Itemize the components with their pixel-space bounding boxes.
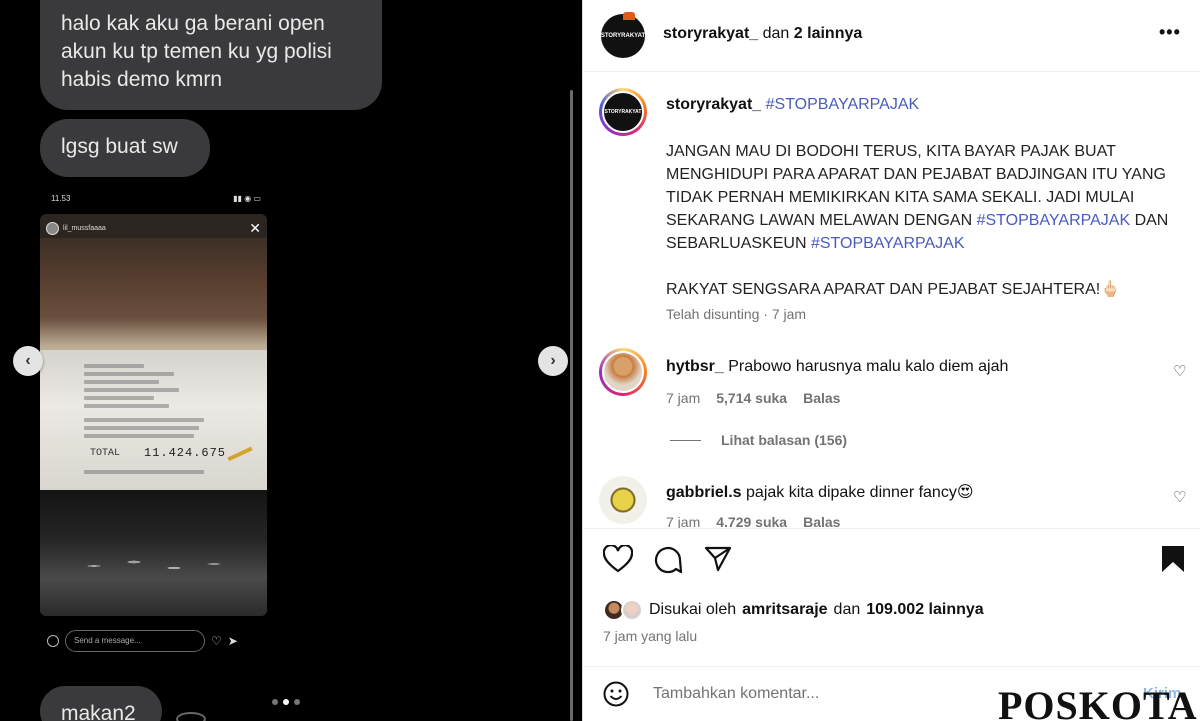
emoji-icon[interactable] bbox=[603, 681, 629, 707]
hashtag-link[interactable]: #STOPBAYARPAJAK bbox=[766, 96, 920, 113]
scrollbar[interactable] bbox=[570, 90, 573, 721]
group-photo bbox=[40, 490, 267, 616]
heart-icon[interactable]: ♡ bbox=[1173, 362, 1186, 380]
story-screenshot: 11.53 ▮▮ ◉ ▭ lil_mussfaaaa ✕ TOTAL 11.42… bbox=[39, 188, 268, 663]
story-message-input: Send a message... bbox=[65, 630, 205, 652]
comment-likes[interactable]: 5,714 suka bbox=[716, 390, 787, 406]
receipt-photo: TOTAL 11.424.675 ▬▬ bbox=[40, 350, 267, 490]
heart-icon: ♡ bbox=[211, 634, 222, 648]
send-icon: ➤ bbox=[227, 634, 238, 648]
likes-prefix: Disukai oleh bbox=[649, 601, 737, 618]
comment-text: gabbriel.s pajak kita dipake dinner fanc… bbox=[666, 482, 974, 502]
author-joiner: dan bbox=[762, 25, 790, 42]
caption-username[interactable]: storyrakyat_ bbox=[666, 96, 761, 113]
comment-time: 7 jam bbox=[666, 390, 701, 406]
hashtag-link[interactable]: #STOPBAYARPAJAK bbox=[811, 235, 965, 252]
reaction-icon bbox=[176, 712, 206, 721]
comment-icon[interactable] bbox=[653, 545, 683, 575]
post-header: STORYRAKYAT storyrakyat_ dan 2 lainnya •… bbox=[583, 0, 1200, 72]
like-heart-icon[interactable] bbox=[603, 545, 633, 573]
story-frame: lil_mussfaaaa ✕ TOTAL 11.424.675 ▬▬ bbox=[40, 214, 267, 616]
comment-username[interactable]: gabbriel.s bbox=[666, 484, 742, 501]
hashtag-link[interactable]: #STOPBAYARPAJAK bbox=[977, 212, 1131, 229]
poskota-watermark: POSKOTA bbox=[998, 683, 1198, 721]
carousel-dot bbox=[272, 699, 278, 705]
receipt-total-label: TOTAL bbox=[90, 448, 121, 459]
likes-summary: Disukai oleh amritsaraje dan 109.002 lai… bbox=[603, 599, 984, 621]
likes-user[interactable]: amritsaraje bbox=[742, 601, 827, 619]
author-others[interactable]: 2 lainnya bbox=[794, 25, 862, 42]
caption-line: RAKYAT SENGSARA APARAT DAN PEJABAT SEJAH… bbox=[666, 281, 1121, 298]
carousel-next-button[interactable]: › bbox=[538, 346, 568, 376]
likes-count[interactable]: 109.002 lainnya bbox=[866, 601, 983, 619]
story-header: lil_mussfaaaa ✕ bbox=[40, 214, 267, 242]
story-message-bar: Send a message... ♡ ➤ bbox=[47, 628, 262, 654]
caption-header: storyrakyat_ #STOPBAYARPAJAK bbox=[666, 96, 919, 114]
view-replies-button[interactable]: Lihat balasan (156) bbox=[670, 432, 847, 448]
more-options-icon[interactable]: ••• bbox=[1159, 22, 1181, 43]
avatar-logo-text: STORYRAKYAT bbox=[600, 33, 646, 39]
comment-body: Prabowo harusnya malu kalo diem ajah bbox=[728, 358, 1009, 375]
view-replies-label: Lihat balasan (156) bbox=[721, 432, 848, 448]
caption-meta: Telah disunting · 7 jam bbox=[666, 306, 807, 322]
heart-icon[interactable]: ♡ bbox=[1173, 488, 1186, 506]
carousel-prev-button[interactable]: ‹ bbox=[13, 346, 43, 376]
camera-icon bbox=[47, 635, 59, 647]
avatar[interactable] bbox=[599, 476, 647, 524]
chat-bubble: makan2 bbox=[40, 686, 162, 721]
post-timestamp: 7 jam yang lalu bbox=[603, 628, 698, 644]
bookmark-icon[interactable] bbox=[1161, 545, 1185, 573]
carousel-dot bbox=[283, 699, 289, 705]
avatar[interactable] bbox=[621, 599, 643, 621]
share-icon[interactable] bbox=[704, 545, 732, 573]
avatar-logo-text: STORYRAKYAT bbox=[602, 91, 644, 133]
story-username: lil_mussfaaaa bbox=[63, 224, 106, 232]
post-authors[interactable]: storyrakyat_ dan 2 lainnya bbox=[663, 25, 862, 43]
gold-emoji: ▬▬ bbox=[224, 439, 254, 464]
comment-username[interactable]: hytbsr_ bbox=[666, 358, 724, 375]
signal-icon: ▮▮ ◉ ▭ bbox=[233, 194, 261, 203]
receipt-total-value: 11.424.675 bbox=[144, 446, 227, 460]
avatar[interactable]: STORYRAKYAT bbox=[600, 12, 646, 58]
comment-body: pajak kita dipake dinner fancy😍 bbox=[746, 484, 974, 501]
phone-status-bar: 11.53 ▮▮ ◉ ▭ bbox=[51, 194, 261, 203]
carousel-dot bbox=[294, 699, 300, 705]
comment-meta: 7 jam 5,714 suka Balas bbox=[666, 390, 840, 406]
carousel-indicator bbox=[272, 699, 300, 705]
caption-text: JANGAN MAU DI BODOHI TERUS, KITA BAYAR P… bbox=[666, 140, 1176, 301]
post-actions: Disukai oleh amritsaraje dan 109.002 lai… bbox=[583, 528, 1200, 678]
media-viewer: halo kak aku ga berani open akun ku tp t… bbox=[0, 0, 582, 721]
reply-button[interactable]: Balas bbox=[803, 390, 840, 406]
avatar[interactable] bbox=[599, 348, 647, 396]
post-panel: STORYRAKYAT storyrakyat_ dan 2 lainnya •… bbox=[582, 0, 1200, 721]
phone-time: 11.53 bbox=[51, 194, 71, 203]
chat-bubble: lgsg buat sw bbox=[40, 119, 210, 177]
comment-input[interactable]: Tambahkan komentar... bbox=[653, 685, 819, 703]
comment-text: hytbsr_ Prabowo harusnya malu kalo diem … bbox=[666, 358, 1008, 376]
author-username[interactable]: storyrakyat_ bbox=[663, 25, 758, 42]
close-icon: ✕ bbox=[249, 219, 261, 236]
avatar[interactable]: STORYRAKYAT bbox=[599, 88, 647, 136]
chat-bubble: halo kak aku ga berani open akun ku tp t… bbox=[40, 0, 382, 110]
story-avatar bbox=[46, 221, 59, 235]
likes-joiner: dan bbox=[833, 601, 861, 618]
